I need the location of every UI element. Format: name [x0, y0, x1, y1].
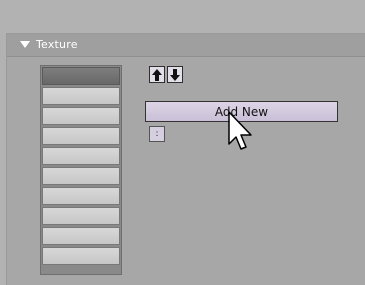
mouse-pointer-icon [228, 111, 252, 150]
texture-slot[interactable] [42, 87, 120, 105]
texture-slot-list [40, 65, 122, 275]
texture-slot[interactable] [42, 227, 120, 245]
panel-header[interactable]: Texture [7, 34, 365, 57]
texture-slot[interactable] [42, 127, 120, 145]
panel-title: Texture [36, 38, 78, 51]
move-down-button[interactable] [167, 66, 183, 83]
arrow-up-icon [152, 68, 162, 81]
texture-slot[interactable] [42, 107, 120, 125]
texture-panel: Texture Add New : [6, 33, 365, 285]
move-up-button[interactable] [149, 66, 165, 83]
more-options-button[interactable]: : [149, 126, 165, 142]
texture-slot[interactable] [42, 207, 120, 225]
collapse-arrow-icon[interactable] [20, 41, 30, 48]
texture-slot[interactable] [42, 147, 120, 165]
texture-slot[interactable] [42, 187, 120, 205]
texture-slot[interactable] [42, 167, 120, 185]
texture-slot[interactable] [42, 247, 120, 265]
texture-slot[interactable] [42, 67, 120, 85]
arrow-down-icon [170, 68, 180, 81]
